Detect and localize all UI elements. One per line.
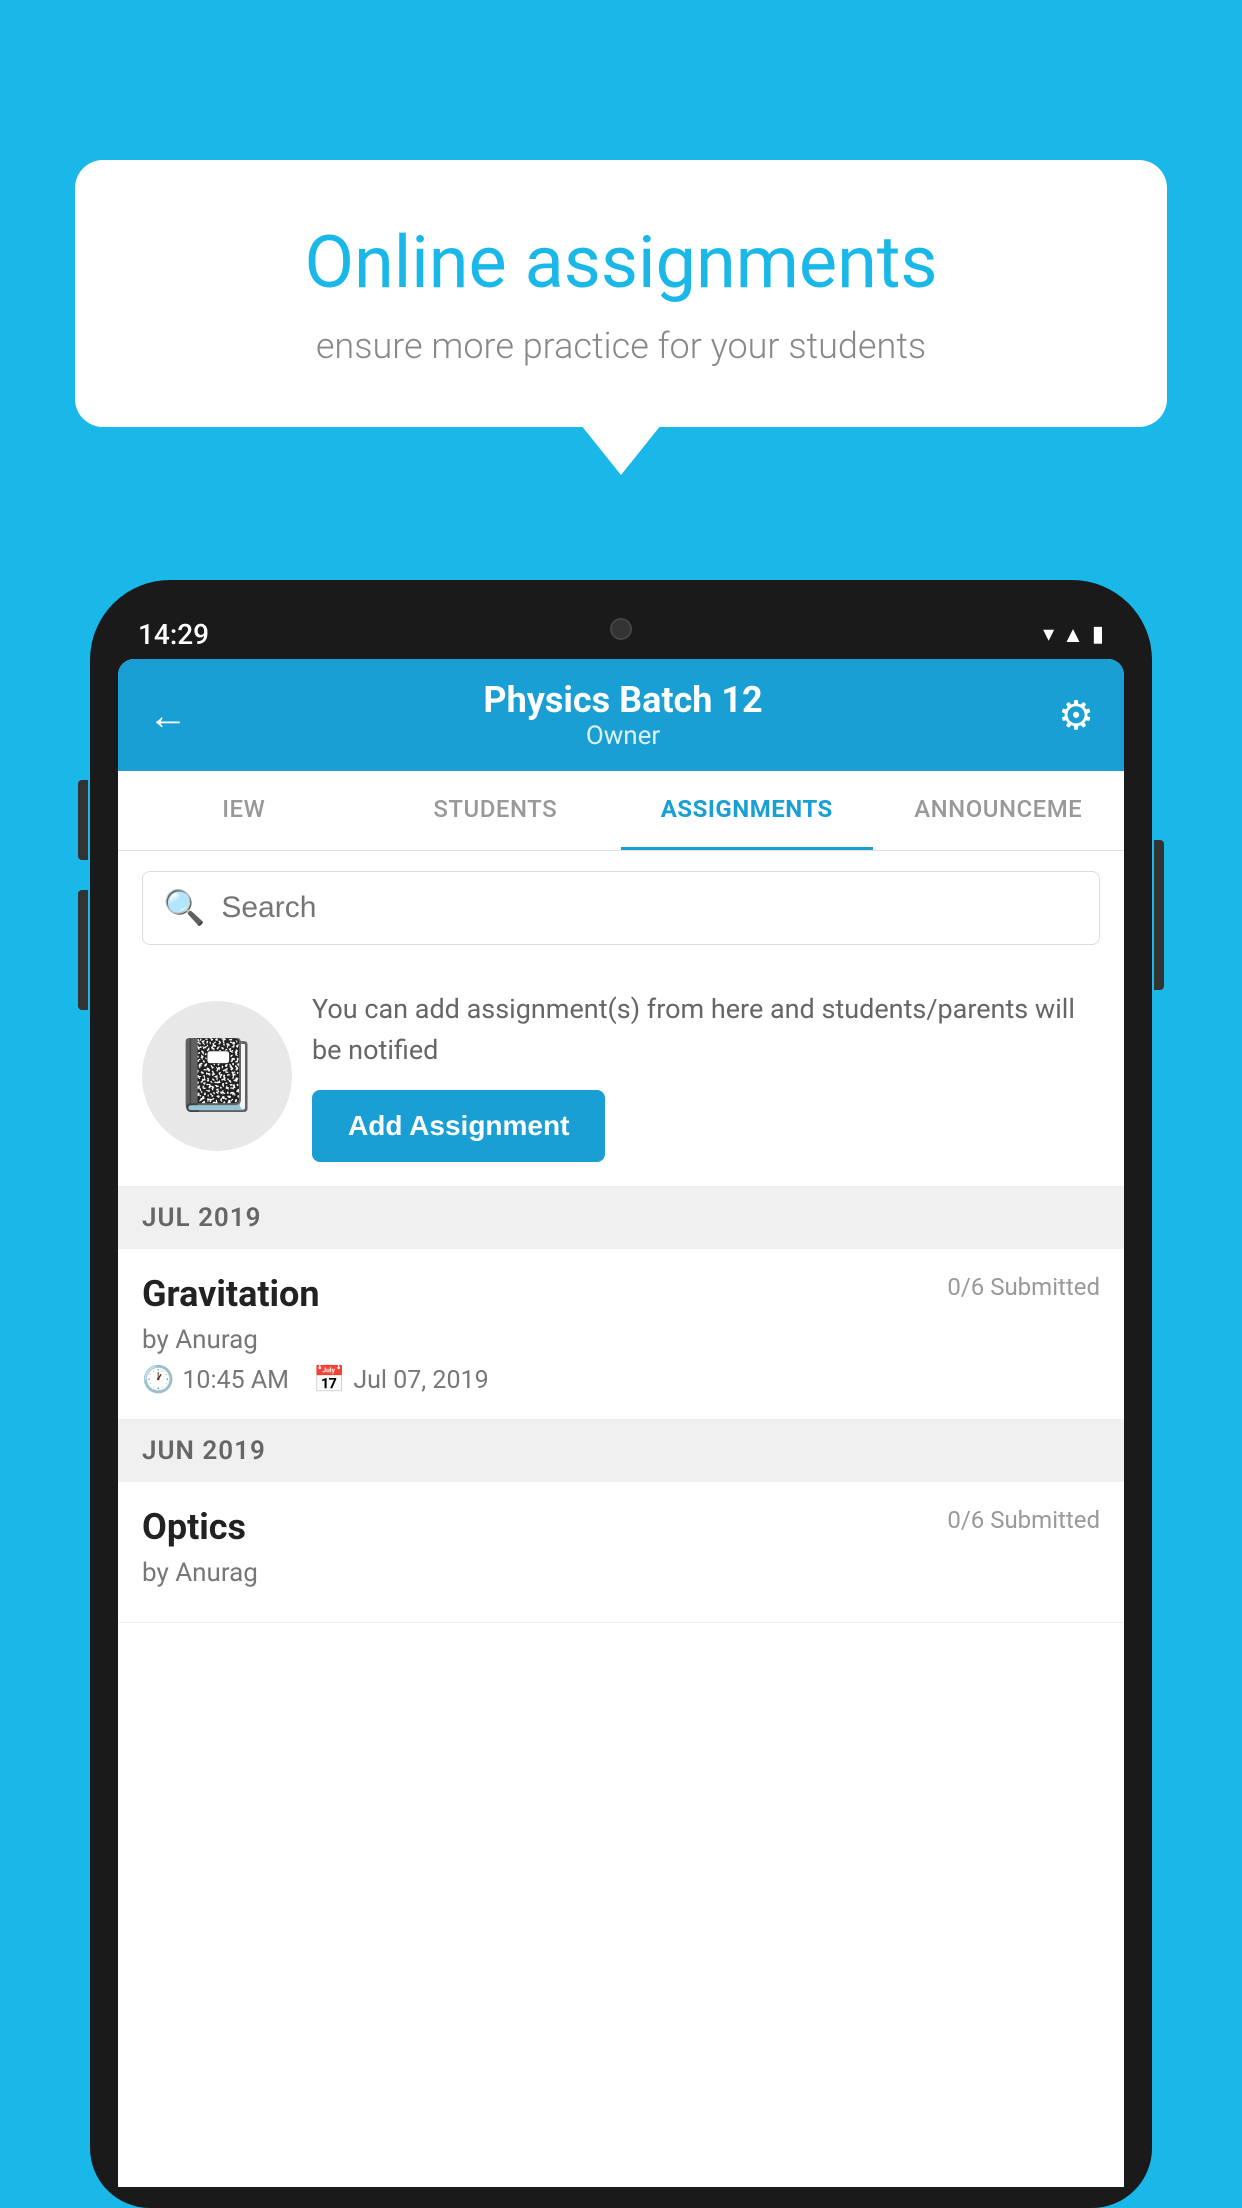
header-title-group: Physics Batch 12 Owner: [483, 679, 762, 751]
assignment-submitted-optics: 0/6 Submitted: [947, 1506, 1100, 1534]
tab-iew[interactable]: IEW: [118, 771, 370, 850]
speech-bubble: Online assignments ensure more practice …: [75, 160, 1167, 427]
search-bar: 🔍: [142, 871, 1100, 945]
assignment-author-optics: by Anurag: [142, 1558, 1100, 1588]
back-button[interactable]: ←: [148, 692, 188, 739]
phone-notch: [561, 610, 681, 650]
status-bar: 14:29 ▾ ▲ ▮: [118, 610, 1124, 659]
phone-side-btn-volume-down: [78, 890, 88, 1010]
tabs-bar: IEW STUDENTS ASSIGNMENTS ANNOUNCEME: [118, 771, 1124, 851]
phone-status-icons: ▾ ▲ ▮: [1043, 622, 1104, 648]
search-bar-container: 🔍: [118, 851, 1124, 965]
search-input[interactable]: [221, 891, 1079, 925]
phone-screen: ← Physics Batch 12 Owner ⚙ IEW STUDENTS …: [118, 659, 1124, 2187]
section-header-jun: JUN 2019: [118, 1420, 1124, 1482]
calendar-icon: 📅: [313, 1365, 345, 1395]
wifi-icon: ▾: [1043, 622, 1054, 647]
batch-title: Physics Batch 12: [483, 679, 762, 721]
search-icon: 🔍: [163, 888, 205, 928]
assignment-title-gravitation: Gravitation: [142, 1273, 320, 1315]
phone-container: 14:29 ▾ ▲ ▮ ← Physics Batch 12 Owner ⚙: [90, 580, 1152, 2208]
assignment-top-row-optics: Optics 0/6 Submitted: [142, 1506, 1100, 1548]
assignment-author-gravitation: by Anurag: [142, 1325, 1100, 1355]
assignment-time: 🕐 10:45 AM: [142, 1365, 289, 1395]
assignment-date-value: Jul 07, 2019: [353, 1366, 488, 1395]
add-assignment-button[interactable]: Add Assignment: [312, 1090, 605, 1162]
assignment-meta-gravitation: 🕐 10:45 AM 📅 Jul 07, 2019: [142, 1365, 1100, 1395]
info-text-group: You can add assignment(s) from here and …: [312, 989, 1100, 1162]
section-header-jul: JUL 2019: [118, 1187, 1124, 1249]
tab-announcements[interactable]: ANNOUNCEME: [873, 771, 1125, 850]
info-banner: 📓 You can add assignment(s) from here an…: [118, 965, 1124, 1187]
info-description: You can add assignment(s) from here and …: [312, 989, 1100, 1070]
batch-subtitle: Owner: [483, 721, 762, 751]
signal-icon: ▲: [1062, 622, 1084, 648]
assignment-time-value: 10:45 AM: [182, 1366, 289, 1395]
phone-camera: [610, 618, 632, 640]
phone-side-btn-volume-up: [78, 780, 88, 860]
speech-bubble-subtitle: ensure more practice for your students: [145, 325, 1097, 367]
status-time: 14:29: [138, 618, 209, 651]
speech-bubble-container: Online assignments ensure more practice …: [75, 160, 1167, 427]
assignment-date: 📅 Jul 07, 2019: [313, 1365, 489, 1395]
tab-students[interactable]: STUDENTS: [370, 771, 622, 850]
assignment-icon-circle: 📓: [142, 1001, 292, 1151]
app-header: ← Physics Batch 12 Owner ⚙: [118, 659, 1124, 771]
notebook-icon: 📓: [173, 1035, 260, 1117]
assignment-item-optics[interactable]: Optics 0/6 Submitted by Anurag: [118, 1482, 1124, 1623]
speech-bubble-title: Online assignments: [145, 220, 1097, 305]
phone-side-btn-power: [1154, 840, 1164, 990]
assignment-item-gravitation[interactable]: Gravitation 0/6 Submitted by Anurag 🕐 10…: [118, 1249, 1124, 1420]
settings-icon[interactable]: ⚙: [1058, 692, 1094, 739]
assignment-title-optics: Optics: [142, 1506, 246, 1548]
battery-icon: ▮: [1092, 622, 1104, 647]
clock-icon: 🕐: [142, 1365, 174, 1395]
assignment-top-row: Gravitation 0/6 Submitted: [142, 1273, 1100, 1315]
tab-assignments[interactable]: ASSIGNMENTS: [621, 771, 873, 850]
assignment-submitted-gravitation: 0/6 Submitted: [947, 1273, 1100, 1301]
phone-outer: 14:29 ▾ ▲ ▮ ← Physics Batch 12 Owner ⚙: [90, 580, 1152, 2208]
